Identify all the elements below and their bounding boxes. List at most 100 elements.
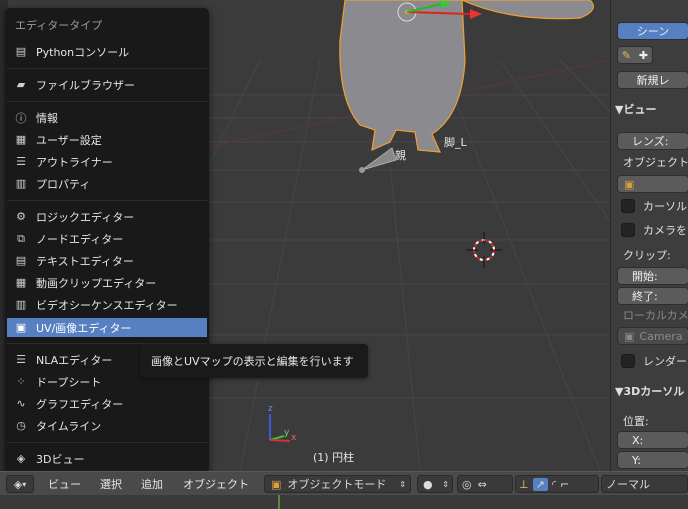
viewport-shading-select[interactable]: ● ⇕ bbox=[417, 475, 453, 493]
rotate-icon[interactable]: ◜ bbox=[552, 478, 556, 491]
local-camera-field[interactable]: ▣ Camera bbox=[617, 327, 688, 345]
cube-icon: ▣ bbox=[271, 477, 282, 491]
manipulator-icon[interactable]: ⊥ bbox=[519, 478, 529, 491]
view-panel-header[interactable]: ▼ビュー bbox=[615, 100, 656, 118]
properties-panel: シーン ✎ ✚ 新規レ ▼ビュー レンズ: オブジェクト ▣ カーソルを カメラ… bbox=[610, 0, 688, 471]
tooltip: 画像とUVマップの表示と編集を行います bbox=[140, 344, 368, 378]
text-editor-icon: ▤ bbox=[15, 254, 27, 267]
loc-y-field[interactable]: Y: bbox=[617, 451, 688, 469]
menu-item-logic-editor[interactable]: ⚙ ロジックエディター bbox=[7, 207, 207, 226]
user-prefs-icon: ▦ bbox=[15, 133, 27, 146]
tool-buttons[interactable]: ✎ ✚ bbox=[617, 46, 653, 64]
mode-select-value: オブジェクトモード bbox=[287, 478, 387, 491]
manipulator-toggle-icon[interactable]: ⇔ bbox=[478, 478, 487, 491]
menu-divider bbox=[7, 68, 207, 69]
lock-camera-box[interactable] bbox=[621, 223, 635, 237]
menu-item-clip-editor[interactable]: ▦ 動画クリップエディター bbox=[7, 273, 207, 292]
cursor-panel-header[interactable]: ▼3Dカーソル bbox=[615, 382, 684, 400]
axis-x-label: x bbox=[291, 433, 297, 443]
dopesheet-icon: ⁘ bbox=[16, 375, 26, 388]
menu-item-graph-editor[interactable]: ∿ グラフエディター bbox=[7, 394, 207, 413]
render-border-box[interactable] bbox=[621, 354, 635, 368]
orientation-select[interactable]: ノーマル bbox=[601, 475, 688, 493]
scene-tab[interactable]: シーン bbox=[617, 22, 688, 40]
properties-icon: ▥ bbox=[15, 177, 27, 190]
menu-divider bbox=[7, 442, 207, 443]
loc-x-field[interactable]: X: bbox=[617, 431, 688, 449]
plus-icon[interactable]: ✚ bbox=[639, 49, 648, 62]
object-name-label: (1) 円柱 bbox=[313, 451, 355, 464]
menu-item-3d-view[interactable]: ◈ 3Dビュー bbox=[7, 449, 207, 468]
editor-type-button[interactable]: ◈ ▾ bbox=[6, 475, 34, 493]
leg-bone bbox=[361, 147, 397, 171]
menu-item-sequencer[interactable]: ▥ ビデオシーケンスエディター bbox=[7, 295, 207, 314]
menu-item-timeline[interactable]: ◷ タイムライン bbox=[7, 416, 207, 435]
menu-item-label: アウトライナー bbox=[36, 155, 113, 169]
translate-icon[interactable]: ↗ bbox=[532, 477, 548, 491]
location-label: 位置: bbox=[623, 415, 649, 428]
menu-item-label: ユーザー設定 bbox=[36, 133, 102, 147]
lock-object-label: オブジェクト bbox=[623, 156, 688, 169]
current-frame-marker bbox=[278, 495, 280, 509]
menu-item-properties[interactable]: ▥ プロパティ bbox=[7, 174, 207, 193]
menu-item-python-console[interactable]: ▤ Pythonコンソール bbox=[7, 42, 207, 61]
menu-item-label: UV/画像エディター bbox=[36, 321, 132, 335]
mode-select[interactable]: ▣ オブジェクトモード ⇕ bbox=[264, 475, 411, 493]
local-camera-value: Camera bbox=[639, 329, 683, 343]
tooltip-text: 画像とUVマップの表示と編集を行います bbox=[151, 355, 354, 368]
bone-label: 脚_L bbox=[444, 136, 467, 149]
menu-add[interactable]: 追加 bbox=[141, 475, 163, 493]
menu-item-file-browser[interactable]: ▰ ファイルブラウザー bbox=[7, 75, 207, 94]
menu-select[interactable]: 選択 bbox=[100, 475, 122, 493]
loc-y-label: Y: bbox=[632, 453, 641, 467]
menu-item-label: 動画クリップエディター bbox=[36, 276, 157, 290]
transform-manipulators[interactable]: ⊥ ↗ ◜ ⌐ bbox=[515, 475, 599, 493]
lock-camera-checkbox[interactable]: カメラをビ bbox=[621, 221, 688, 239]
sequencer-icon: ▥ bbox=[15, 298, 27, 311]
menu-item-outliner[interactable]: ☰ アウトライナー bbox=[7, 152, 207, 171]
new-button[interactable]: 新規レ bbox=[617, 71, 688, 89]
menu-item-node-editor[interactable]: ⧉ ノードエディター bbox=[7, 229, 207, 248]
scale-icon[interactable]: ⌐ bbox=[560, 478, 569, 491]
sphere-icon: ● bbox=[423, 477, 433, 491]
lock-cursor-checkbox[interactable]: カーソルを bbox=[621, 197, 688, 215]
pencil-icon[interactable]: ✎ bbox=[622, 49, 631, 62]
lock-object-field[interactable]: ▣ bbox=[617, 175, 688, 193]
menu-item-label: NLAエディター bbox=[36, 353, 113, 367]
lens-field[interactable]: レンズ: bbox=[617, 132, 688, 150]
menu-divider bbox=[7, 101, 207, 102]
new-button-label: 新規レ bbox=[636, 74, 670, 87]
pivot-icon[interactable]: ◎ bbox=[462, 478, 472, 491]
menu-item-image-editor[interactable]: ▣ UV/画像エディター bbox=[7, 318, 207, 337]
menu-divider bbox=[7, 200, 207, 201]
editor-type-menu: エディタータイプ ▤ Pythonコンソール ▰ ファイルブラウザー ⓘ 情報 … bbox=[5, 8, 209, 473]
loc-x-label: X: bbox=[632, 433, 644, 447]
lock-camera-label: カメラをビ bbox=[643, 224, 688, 237]
menu-view[interactable]: ビュー bbox=[48, 475, 81, 493]
updown-arrows-icon: ⇕ bbox=[442, 479, 449, 489]
info-icon: ⓘ bbox=[15, 111, 27, 125]
3d-cursor bbox=[466, 232, 502, 268]
menu-item-label: タイムライン bbox=[36, 419, 102, 433]
pivot-controls[interactable]: ◎ ⇔ bbox=[457, 475, 513, 493]
python-console-icon: ▤ bbox=[15, 45, 27, 58]
local-camera-label: ローカルカメ bbox=[623, 309, 688, 322]
menu-item-text-editor[interactable]: ▤ テキストエディター bbox=[7, 251, 207, 270]
axis-y-label: y bbox=[284, 428, 290, 438]
camera-icon: ▣ bbox=[624, 329, 635, 343]
lock-cursor-label: カーソルを bbox=[643, 200, 688, 213]
clip-end-field[interactable]: 終了: bbox=[617, 287, 688, 305]
outliner-icon: ☰ bbox=[16, 155, 26, 168]
render-border-checkbox[interactable]: レンダーボ bbox=[621, 352, 688, 370]
clip-start-field[interactable]: 開始: bbox=[617, 267, 688, 285]
file-browser-icon: ▰ bbox=[16, 78, 26, 91]
timeline-strip[interactable] bbox=[0, 495, 688, 509]
menu-item-user-prefs[interactable]: ▦ ユーザー設定 bbox=[7, 130, 207, 149]
menu-item-info[interactable]: ⓘ 情報 bbox=[7, 108, 207, 127]
menu-object[interactable]: オブジェクト bbox=[183, 475, 249, 493]
node-editor-icon: ⧉ bbox=[17, 231, 25, 245]
bone-parent-label: 親 bbox=[395, 149, 406, 162]
orientation-value: ノーマル bbox=[606, 478, 650, 491]
lock-cursor-box[interactable] bbox=[621, 199, 635, 213]
render-border-label: レンダーボ bbox=[643, 355, 688, 368]
